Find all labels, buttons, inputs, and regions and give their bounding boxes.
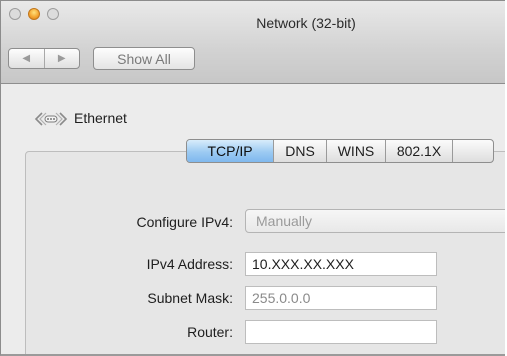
configure-ipv4-select[interactable]: Manually — [245, 209, 505, 233]
tab-tcpip[interactable]: TCP/IP — [187, 140, 274, 162]
tab-wins[interactable]: WINS — [327, 140, 386, 162]
subnet-mask-label: Subnet Mask: — [147, 290, 233, 306]
subnet-mask-field[interactable]: 255.0.0.0 — [245, 286, 437, 310]
tab-dns[interactable]: DNS — [274, 140, 327, 162]
title-toolbar: Network (32-bit) ◀ ▶ Show All — [1, 1, 505, 84]
ipv4-address-label: IPv4 Address: — [146, 256, 233, 272]
tab-overflow[interactable] — [453, 140, 493, 162]
service-name: Ethernet — [74, 110, 127, 126]
ethernet-icon — [34, 112, 68, 126]
back-button[interactable]: ◀ — [9, 49, 44, 68]
network-preferences-window: Network (32-bit) ◀ ▶ Show All Ethernet T… — [0, 0, 505, 356]
show-all-button[interactable]: Show All — [93, 47, 195, 70]
configure-ipv4-label: Configure IPv4: — [136, 214, 234, 230]
settings-tabs: TCP/IP DNS WINS 802.1X — [186, 139, 494, 163]
ipv4-address-field[interactable]: 10.XXX.XX.XXX — [245, 252, 437, 276]
forward-arrow-icon: ▶ — [57, 53, 66, 64]
router-field[interactable] — [245, 320, 437, 344]
back-forward-control: ◀ ▶ — [8, 48, 80, 69]
back-arrow-icon: ◀ — [22, 53, 31, 64]
forward-button[interactable]: ▶ — [43, 49, 80, 68]
window-title: Network (32-bit) — [256, 15, 356, 31]
tab-8021x[interactable]: 802.1X — [386, 140, 453, 162]
router-label: Router: — [187, 324, 233, 340]
